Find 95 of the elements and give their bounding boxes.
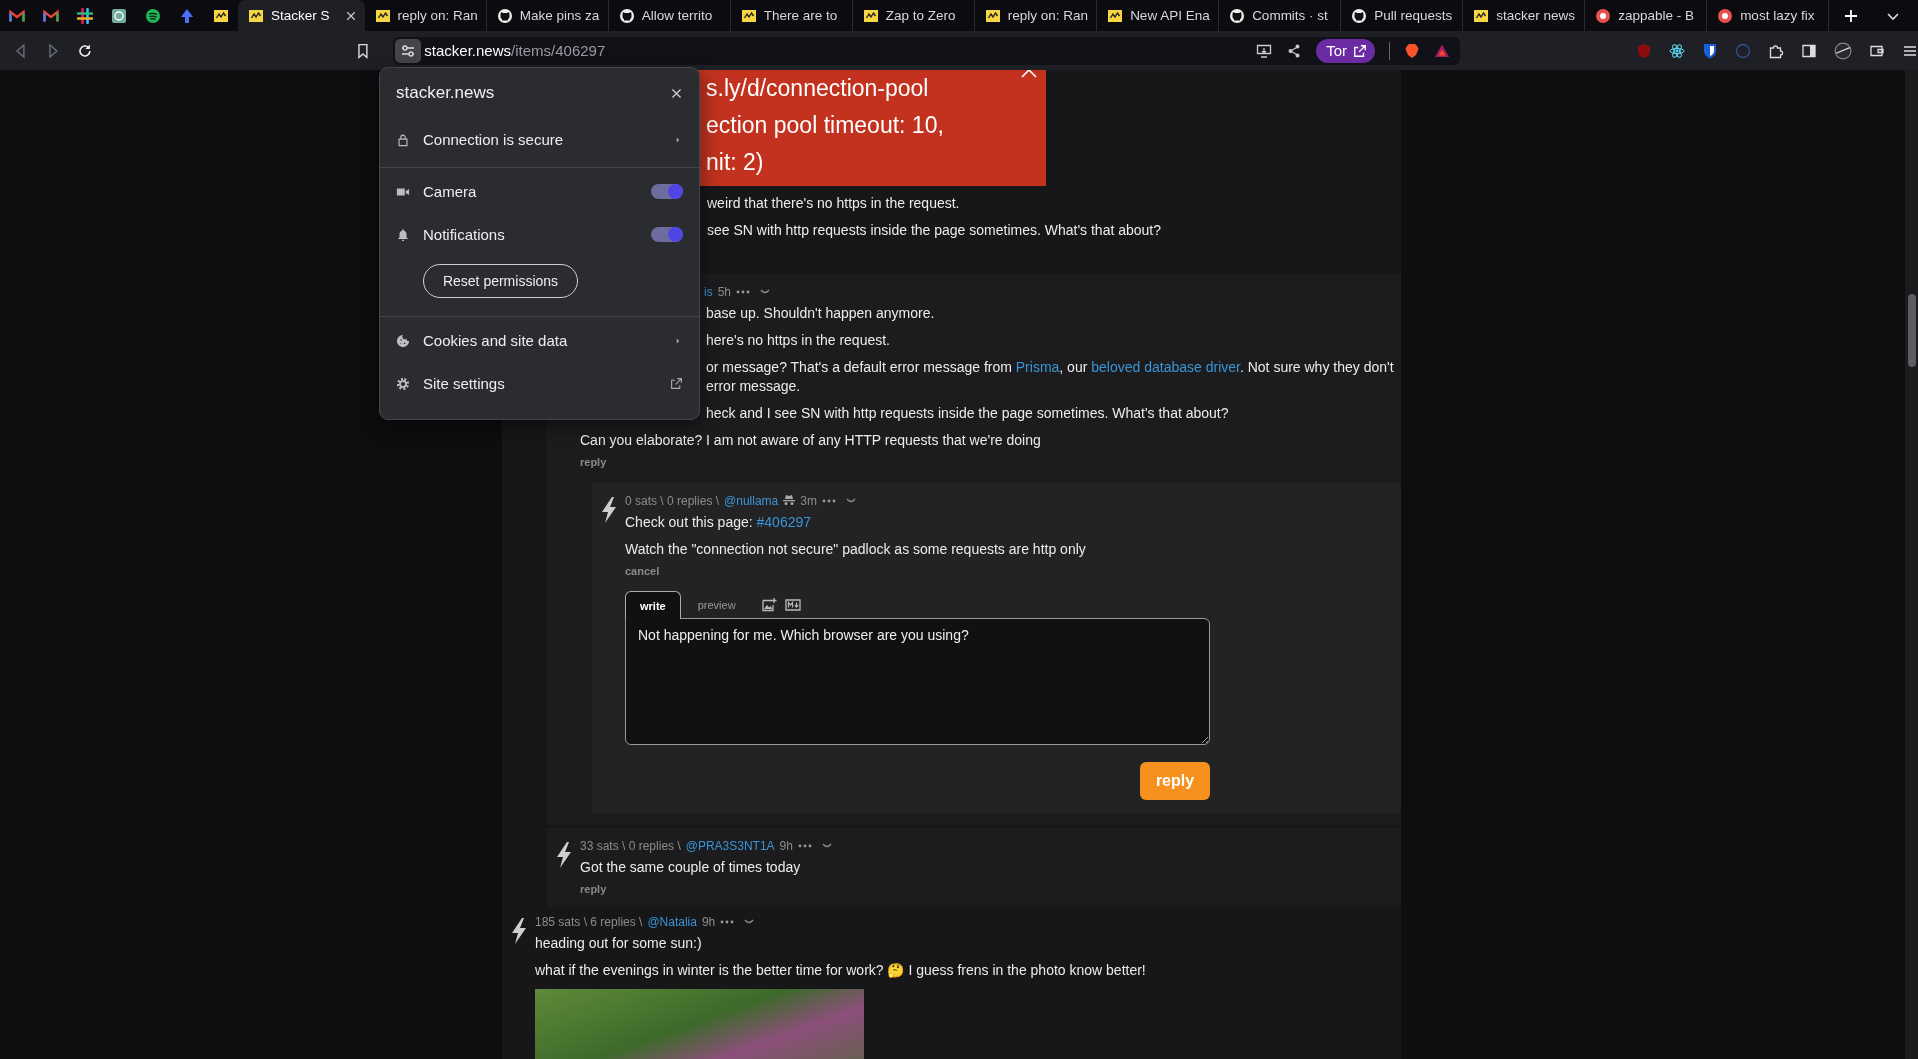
- site-logo-icon: [248, 7, 264, 24]
- comment-text: Can you elaborate? I am not aware of any HTTP requests that we're doing: [580, 431, 1041, 450]
- comment-text: Got the same couple of times today: [580, 858, 801, 877]
- comment-text: Check out this page: #406297: [625, 513, 812, 532]
- comment-text: heading out for some sun:): [535, 934, 702, 953]
- knot-icon[interactable]: [111, 7, 127, 24]
- url-path: /items/406297: [511, 42, 606, 59]
- sidebar-icon[interactable]: [1801, 42, 1817, 59]
- comment-text: base up. Shouldn't happen anymore.: [706, 304, 935, 323]
- permission-label: Camera: [423, 183, 477, 200]
- lightning-bolt-icon: [555, 842, 573, 868]
- address-bar[interactable]: stacker.news/items/406297 Tor: [393, 36, 1460, 65]
- comment-stats: 0 sats \ 0 replies \: [625, 493, 720, 508]
- comment-action-link[interactable]: reply: [580, 883, 607, 895]
- toggle-switch[interactable]: [651, 227, 683, 242]
- collapse-icon[interactable]: [760, 288, 771, 295]
- url-host: stacker.news: [424, 42, 512, 59]
- popup-menu-item[interactable]: Cookies and site data: [380, 319, 699, 362]
- avatar-icon[interactable]: [1834, 41, 1852, 60]
- toggle-switch[interactable]: [651, 184, 683, 199]
- mail-icon[interactable]: [43, 7, 59, 24]
- text-link[interactable]: #406297: [756, 514, 812, 530]
- site-logo-icon: [374, 7, 391, 24]
- permission-label: Notifications: [423, 226, 505, 243]
- reload-icon[interactable]: [76, 42, 93, 59]
- sliders-icon: [400, 42, 417, 59]
- browser-tab[interactable]: Stacker S: [238, 0, 365, 31]
- collapse-icon[interactable]: [845, 497, 856, 504]
- mail-icon[interactable]: [9, 7, 25, 24]
- triangle-icon[interactable]: [1434, 42, 1450, 59]
- comment-action-link[interactable]: reply: [580, 456, 607, 468]
- error-text: nit: 2): [706, 148, 764, 177]
- external-link-icon: [670, 377, 683, 390]
- collapse-icon[interactable]: [744, 918, 755, 925]
- external-link-icon: [1353, 43, 1367, 58]
- sound-waves-icon[interactable]: [145, 7, 161, 24]
- tor-button[interactable]: Tor: [1316, 38, 1375, 63]
- more-icon[interactable]: [821, 498, 836, 503]
- site-logo-icon: [1473, 7, 1490, 24]
- site-logo-icon: [984, 7, 1001, 24]
- more-icon[interactable]: [736, 289, 751, 294]
- comment-age: 5h: [717, 284, 732, 299]
- comment-action-link[interactable]: cancel: [625, 565, 660, 577]
- site-logo-icon: [1107, 7, 1124, 24]
- comment-text: Watch the "connection not secure" padlock as some requests are http only: [625, 540, 1086, 559]
- lion-icon[interactable]: [1404, 42, 1420, 59]
- error-text: s.ly/d/connection-pool: [706, 74, 929, 103]
- comment-text: error message.: [706, 377, 801, 396]
- username-link[interactable]: @PRA3S3NT1A: [685, 838, 775, 853]
- monitor-download-icon[interactable]: [1256, 42, 1273, 59]
- puzzle-icon[interactable]: [1768, 42, 1784, 59]
- comment-text: see SN with http requests inside the page sometimes. What's that about?: [707, 221, 1162, 240]
- site-logo-icon: [862, 7, 879, 24]
- username-link[interactable]: is: [704, 284, 713, 299]
- circle-logo-icon: [1717, 7, 1734, 24]
- markdown-icon[interactable]: [784, 597, 801, 613]
- username-link[interactable]: @Natalia: [647, 914, 697, 929]
- shield-icon[interactable]: [1702, 42, 1718, 59]
- lightning-bolt-icon: [600, 497, 618, 523]
- comment-text: here's no https in the request.: [706, 331, 890, 350]
- hash-grid-icon[interactable]: [77, 7, 93, 24]
- lock-icon: [396, 132, 410, 147]
- bell-icon: [396, 227, 410, 242]
- popup-menu-item[interactable]: Connection is secure: [380, 118, 699, 161]
- reply-textarea[interactable]: Not happening for me. Which browser are you using?: [625, 618, 1210, 745]
- site-logo-icon: [740, 7, 757, 24]
- cookie-icon: [396, 333, 410, 348]
- username-link[interactable]: @nullama: [724, 493, 779, 508]
- lightning-bolt-icon: [510, 918, 528, 944]
- collapse-icon[interactable]: [821, 842, 832, 849]
- more-icon[interactable]: [797, 843, 812, 848]
- circle-logo-icon: [1595, 7, 1612, 24]
- more-icon[interactable]: [720, 919, 735, 924]
- comment-age: 9h: [779, 838, 793, 853]
- comment-text: or message? That's a default error message from Prisma, our beloved database driver. Not sure why they don't: [706, 358, 1394, 377]
- text-link[interactable]: beloved database driver: [1091, 359, 1240, 375]
- comment-age: 3m: [800, 493, 817, 508]
- popup-menu-item[interactable]: Site settings: [380, 362, 699, 405]
- comment-stats: 185 sats \ 6 replies \: [535, 914, 643, 929]
- comment-text: weird that there's no https in the request.: [707, 194, 960, 213]
- site-logo-icon[interactable]: [213, 7, 229, 24]
- error-text: ection pool timeout: 10,: [706, 111, 944, 140]
- atom-icon[interactable]: [1669, 42, 1685, 59]
- editor-tab[interactable]: write: [625, 591, 681, 619]
- editor-tab[interactable]: preview: [682, 591, 751, 618]
- comment-text: what if the evenings in winter is the better time for work? 🤔 I guess frens in the photo know better!: [535, 961, 1146, 980]
- comment-stats: 33 sats \ 0 replies \: [580, 838, 681, 853]
- scrollbar[interactable]: [1905, 70, 1918, 1059]
- new-tab-icon[interactable]: [1843, 7, 1860, 24]
- comment-age: 9h: [701, 914, 716, 929]
- image-upload-icon[interactable]: [760, 597, 777, 613]
- comment-text: heck and I see SN with http requests inside the page sometimes. What's that about?: [706, 404, 1229, 423]
- popup-title: stacker.news: [396, 83, 495, 103]
- site-info-button[interactable]: [395, 38, 422, 63]
- settings-icon: [396, 376, 410, 391]
